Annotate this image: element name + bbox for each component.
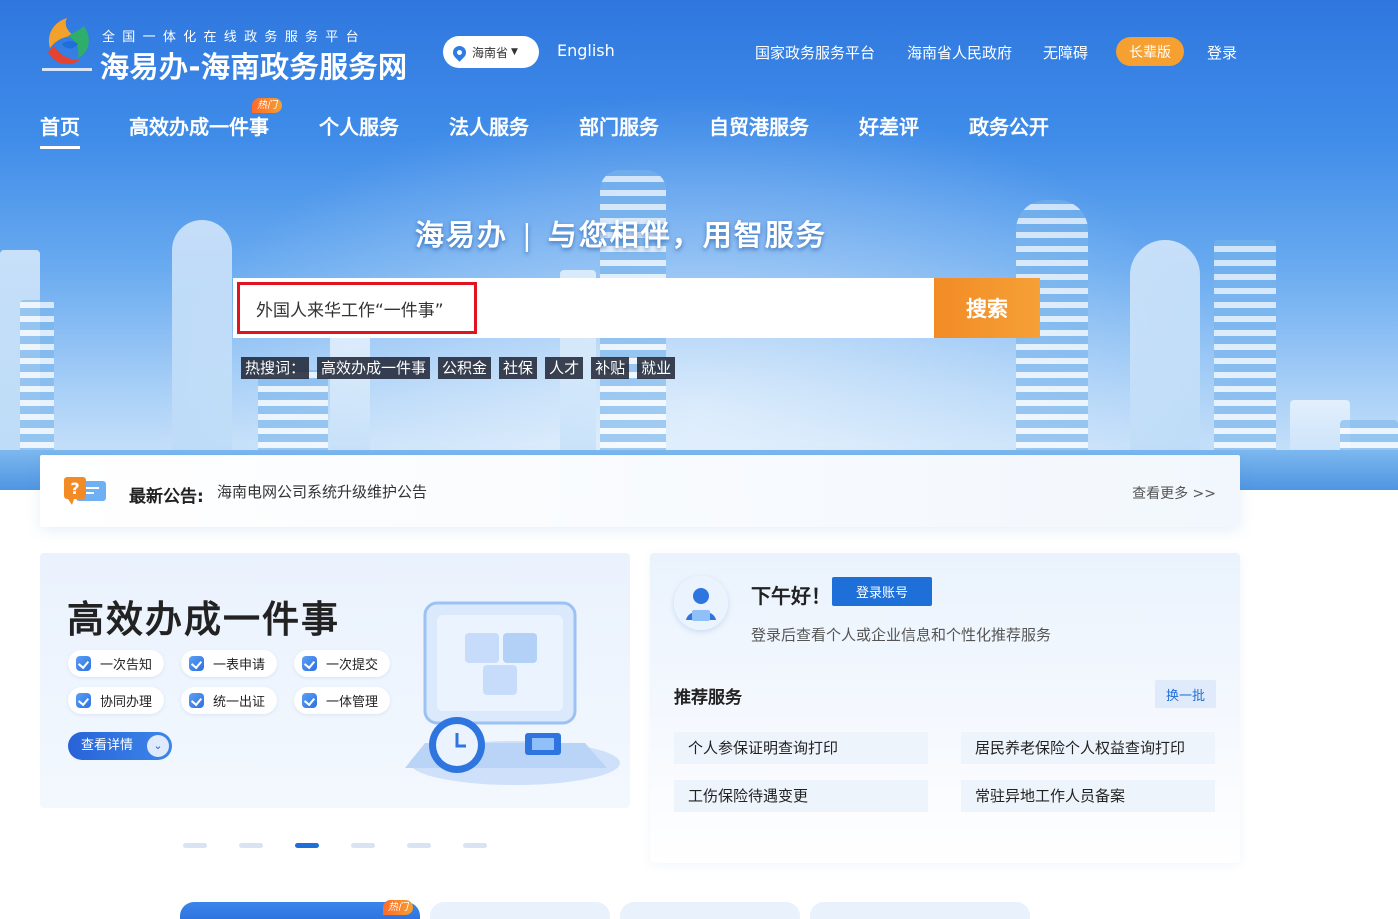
carousel-dot[interactable] [463, 843, 487, 848]
nav-legal-entity-services[interactable]: 法人服务 [449, 111, 529, 140]
promo-illustration [405, 601, 620, 785]
search-bar[interactable]: 外国人来华工作“一件事” [233, 278, 935, 338]
provincial-government-link[interactable]: 海南省人民政府 [907, 42, 1012, 63]
user-avatar-icon [674, 576, 728, 630]
site-logo-icon[interactable] [40, 14, 95, 76]
hot-word[interactable]: 就业 [637, 357, 676, 379]
check-icon [189, 693, 204, 708]
search-button[interactable]: 搜索 [934, 278, 1040, 338]
recommend-title: 推荐服务 [674, 688, 742, 708]
carousel-indicators[interactable] [183, 843, 487, 848]
region-label: 海南省 [472, 45, 509, 60]
hot-word[interactable]: 高效办成一件事 [317, 357, 431, 379]
carousel-dot[interactable] [351, 843, 375, 848]
accessibility-link[interactable]: 无障碍 [1043, 42, 1088, 63]
carousel-dot[interactable] [407, 843, 431, 848]
hot-word[interactable]: 补贴 [591, 357, 630, 379]
bottom-tab[interactable] [810, 902, 1030, 919]
bottom-tab[interactable] [620, 902, 800, 919]
hot-badge: 热门 [252, 98, 282, 113]
promo-chip: 一次告知 [68, 650, 165, 677]
view-details-label: 查看详情 [81, 738, 134, 753]
notice-bar: ? 最新公告: 海南电网公司系统升级维护公告 查看更多 >> [40, 455, 1240, 527]
site-title[interactable]: 海易办-海南政务服务网 [100, 44, 408, 86]
hot-badge: 热门 [383, 900, 413, 915]
hot-search-words: 热搜词： 高效办成一件事 公积金 社保 人才 补贴 就业 [241, 357, 676, 379]
promo-chip: 协同办理 [68, 687, 165, 714]
check-icon [302, 656, 317, 671]
svg-text:?: ? [70, 479, 79, 498]
promo-title: 高效办成一件事 [67, 598, 340, 641]
slogan-brand: 海易办 [415, 218, 509, 252]
recommended-service[interactable]: 居民养老保险个人权益查询打印 [961, 732, 1215, 764]
announcement-icon: ? [64, 477, 106, 505]
carousel-dot[interactable] [239, 843, 263, 848]
region-selector[interactable]: 海南省 ▼ [443, 36, 539, 68]
nav-personal-services[interactable]: 个人服务 [319, 111, 399, 140]
nav-one-thing[interactable]: 高效办成一件事 [129, 111, 269, 140]
nav-department-services[interactable]: 部门服务 [579, 111, 659, 140]
check-icon [302, 693, 317, 708]
check-icon [76, 656, 91, 671]
building [1016, 200, 1088, 490]
refresh-batch-button[interactable]: 换一批 [1155, 680, 1216, 708]
recommended-service[interactable]: 个人参保证明查询打印 [674, 732, 928, 764]
hot-word[interactable]: 人才 [545, 357, 584, 379]
caret-down-icon: ▼ [511, 47, 518, 57]
slogan-divider: | [522, 218, 534, 252]
carousel-dot[interactable] [183, 843, 207, 848]
nav-free-trade-port-services[interactable]: 自贸港服务 [709, 111, 809, 140]
location-pin-icon [450, 42, 469, 62]
hot-search-label: 热搜词： [241, 357, 310, 379]
hot-word[interactable]: 社保 [499, 357, 538, 379]
promo-chip: 一表申请 [181, 650, 278, 677]
view-details-button[interactable]: 查看详情 ⌄ [68, 732, 172, 760]
recommended-service[interactable]: 常驻异地工作人员备案 [961, 780, 1215, 812]
hot-word[interactable]: 公积金 [438, 357, 492, 379]
user-panel: 下午好！ 登录账号 登录后查看个人或企业信息和个性化推荐服务 推荐服务 换一批 … [650, 553, 1240, 863]
check-icon [189, 656, 204, 671]
promo-chip: 统一出证 [181, 687, 278, 714]
recommended-service[interactable]: 工伤保险待遇变更 [674, 780, 928, 812]
login-link[interactable]: 登录 [1207, 42, 1237, 63]
check-icon [76, 693, 91, 708]
nav-government-affairs[interactable]: 政务公开 [969, 111, 1049, 140]
notice-more-link[interactable]: 查看更多 >> [1132, 483, 1216, 503]
promo-card[interactable]: 高效办成一件事 一次告知 一表申请 一次提交 协同办理 统一出证 一体管理 查看… [40, 553, 630, 808]
nav-home[interactable]: 首页 [40, 111, 80, 149]
greeting: 下午好！ [751, 584, 831, 608]
search-input[interactable]: 外国人来华工作“一件事” [237, 282, 477, 334]
slogan-text: 与您相伴，用智服务 [547, 218, 827, 252]
carousel-dot-active[interactable] [295, 843, 319, 848]
platform-subtitle: 全国一体化在线政务服务平台 [102, 30, 366, 45]
login-account-button[interactable]: 登录账号 [832, 577, 932, 606]
national-platform-link[interactable]: 国家政务服务平台 [755, 42, 875, 63]
elder-mode-button[interactable]: 长辈版 [1116, 37, 1184, 66]
hero-slogan: 海易办 | 与您相伴，用智服务 [415, 212, 827, 254]
promo-chip: 一体管理 [294, 687, 391, 714]
bottom-tab[interactable] [430, 902, 610, 919]
language-switch-link[interactable]: English [557, 41, 615, 60]
notice-label: 最新公告: [129, 487, 204, 507]
nav-service-rating[interactable]: 好差评 [859, 111, 919, 140]
promo-chip: 一次提交 [294, 650, 391, 677]
notice-link[interactable]: 海南电网公司系统升级维护公告 [217, 481, 427, 502]
login-hint: 登录后查看个人或企业信息和个性化推荐服务 [751, 626, 1052, 644]
chevron-down-icon: ⌄ [147, 735, 169, 757]
